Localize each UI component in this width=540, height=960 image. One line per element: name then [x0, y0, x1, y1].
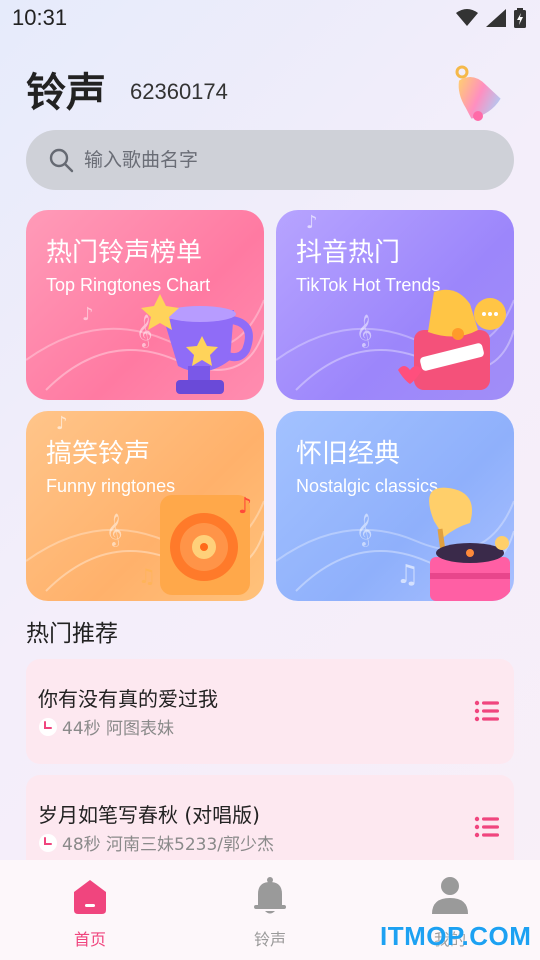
- svg-text:♪: ♪: [306, 212, 318, 233]
- nav-item-home[interactable]: 首页: [0, 860, 180, 960]
- trophy-icon: [141, 294, 253, 394]
- svg-text:♫: ♫: [138, 564, 156, 588]
- song-meta: 44秒 阿图表妹: [38, 714, 174, 739]
- signal-icon: [486, 9, 506, 27]
- search-input[interactable]: [84, 130, 484, 190]
- clock-icon: [39, 833, 57, 852]
- battery-icon: [514, 8, 526, 28]
- list-item[interactable]: 你有没有真的爱过我 44秒 阿图表妹: [26, 659, 514, 764]
- svg-text:𝄞: 𝄞: [106, 513, 123, 547]
- gramophone-icon: [429, 487, 510, 601]
- card-funny-ringtones[interactable]: 𝄞 ♪ 搞笑铃声 Funny ringtones ♪ ♫: [26, 411, 264, 601]
- status-time: 10:31: [12, 5, 68, 30]
- status-bar: 10:31: [0, 0, 540, 38]
- svg-text:𝄞: 𝄞: [356, 513, 373, 547]
- bell-logo-icon: [455, 65, 501, 121]
- bell-icon[interactable]: [250, 876, 290, 916]
- song-duration-artist: 48秒 河南三妹5233/郭少杰: [62, 835, 275, 855]
- watermark: ITMOP.COM: [380, 921, 532, 951]
- card-title: 搞笑铃声: [46, 439, 151, 469]
- wifi-icon: [456, 9, 478, 26]
- card-top-ringtones[interactable]: 𝄞 ♪ 热门铃声榜单 Top Ringtones Chart: [26, 210, 264, 400]
- svg-text:♪: ♪: [238, 494, 252, 519]
- svg-text:♪: ♪: [82, 304, 94, 325]
- svg-text:♪: ♪: [56, 413, 68, 434]
- home-icon[interactable]: [70, 876, 110, 916]
- nav-label-home: 首页: [73, 930, 106, 949]
- card-title: 热门铃声榜单: [46, 238, 203, 268]
- playlist-icon[interactable]: [474, 815, 500, 839]
- card-title: 怀旧经典: [296, 439, 401, 469]
- clock-icon: [39, 717, 57, 736]
- playlist-icon[interactable]: [474, 699, 500, 723]
- search-icon[interactable]: [48, 147, 74, 173]
- page-subtitle: 62360174: [130, 79, 228, 104]
- speaker-icon: ♪ ♫: [138, 494, 252, 595]
- song-duration-artist: 44秒 阿图表妹: [62, 719, 175, 739]
- nav-label-ringtones: 铃声: [253, 930, 286, 949]
- nav-item-ringtones[interactable]: 铃声: [180, 860, 360, 960]
- song-title: 你有没有真的爱过我: [38, 687, 218, 711]
- profile-icon[interactable]: [430, 876, 470, 916]
- svg-text:𝄞: 𝄞: [356, 314, 373, 348]
- card-tiktok-hot[interactable]: 𝄞 ♪ 抖音热门 TikTok Hot Trends: [276, 210, 514, 400]
- card-title: 抖音热门: [296, 238, 401, 268]
- status-icons: [456, 8, 526, 28]
- page-title: 铃声: [26, 70, 106, 116]
- song-meta: 48秒 河南三妹5233/郭少杰: [38, 830, 274, 855]
- subscribe-bell-icon: [398, 289, 506, 390]
- search-bar[interactable]: [26, 130, 514, 190]
- section-title: 热门推荐: [26, 621, 118, 647]
- card-nostalgic-classics[interactable]: 𝄞 ♫ 怀旧经典 Nostalgic classics: [276, 411, 514, 601]
- song-title: 岁月如笔写春秋 (对唱版): [38, 803, 260, 827]
